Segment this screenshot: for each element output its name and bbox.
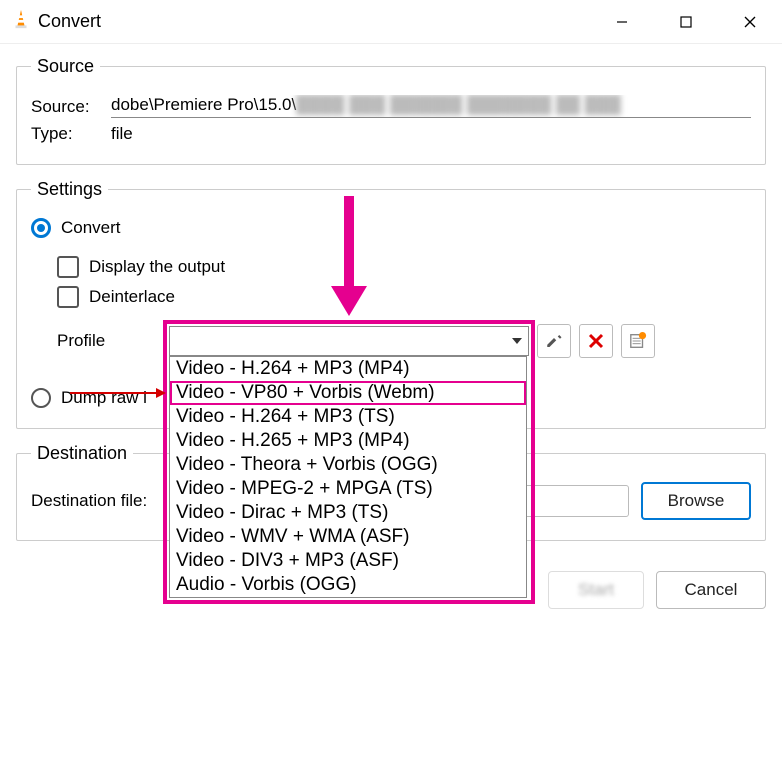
- maximize-button[interactable]: [654, 0, 718, 43]
- deinterlace-label: Deinterlace: [89, 287, 175, 307]
- start-button[interactable]: Start: [548, 571, 644, 609]
- settings-legend: Settings: [31, 179, 108, 200]
- source-path: dobe\Premiere Pro\15.0\████ ███ ██████ █…: [111, 95, 751, 118]
- convert-label: Convert: [61, 218, 121, 238]
- destination-legend: Destination: [31, 443, 133, 464]
- delete-profile-button[interactable]: [579, 324, 613, 358]
- type-label: Type:: [31, 124, 111, 144]
- display-output-label: Display the output: [89, 257, 225, 277]
- browse-button[interactable]: Browse: [641, 482, 751, 520]
- profile-option[interactable]: Video - DIV3 + MP3 (ASF): [170, 549, 526, 573]
- profile-select[interactable]: [169, 326, 529, 356]
- profile-dropdown-list[interactable]: Video - H.264 + MP3 (MP4)Video - VP80 + …: [169, 356, 527, 598]
- destination-file-label: Destination file:: [31, 491, 171, 511]
- close-button[interactable]: [718, 0, 782, 43]
- dump-raw-radio[interactable]: [31, 388, 51, 408]
- profile-option[interactable]: Video - H.264 + MP3 (MP4): [170, 357, 526, 381]
- title-bar: Convert: [0, 0, 782, 44]
- new-profile-button[interactable]: [621, 324, 655, 358]
- display-output-checkbox[interactable]: [57, 256, 79, 278]
- deinterlace-checkbox[interactable]: [57, 286, 79, 308]
- vlc-icon: [10, 8, 32, 35]
- profile-option[interactable]: Video - H.264 + MP3 (TS): [170, 405, 526, 429]
- dump-raw-label: Dump raw i: [61, 388, 147, 408]
- profile-option[interactable]: Video - Dirac + MP3 (TS): [170, 501, 526, 525]
- window-title: Convert: [32, 11, 590, 32]
- source-group: Source Source: dobe\Premiere Pro\15.0\██…: [16, 56, 766, 165]
- profile-option[interactable]: Video - H.265 + MP3 (MP4): [170, 429, 526, 453]
- chevron-down-icon: [512, 338, 522, 344]
- source-legend: Source: [31, 56, 100, 77]
- profile-option[interactable]: Video - WMV + WMA (ASF): [170, 525, 526, 549]
- profile-label: Profile: [31, 331, 161, 351]
- cancel-button[interactable]: Cancel: [656, 571, 766, 609]
- profile-option[interactable]: Video - MPEG-2 + MPGA (TS): [170, 477, 526, 501]
- profile-option[interactable]: Video - Theora + Vorbis (OGG): [170, 453, 526, 477]
- edit-profile-button[interactable]: [537, 324, 571, 358]
- profile-option[interactable]: Video - VP80 + Vorbis (Webm): [170, 381, 526, 405]
- minimize-button[interactable]: [590, 0, 654, 43]
- profile-option[interactable]: Audio - Vorbis (OGG): [170, 573, 526, 597]
- type-value: file: [111, 124, 133, 144]
- source-label: Source:: [31, 97, 111, 117]
- convert-radio[interactable]: [31, 218, 51, 238]
